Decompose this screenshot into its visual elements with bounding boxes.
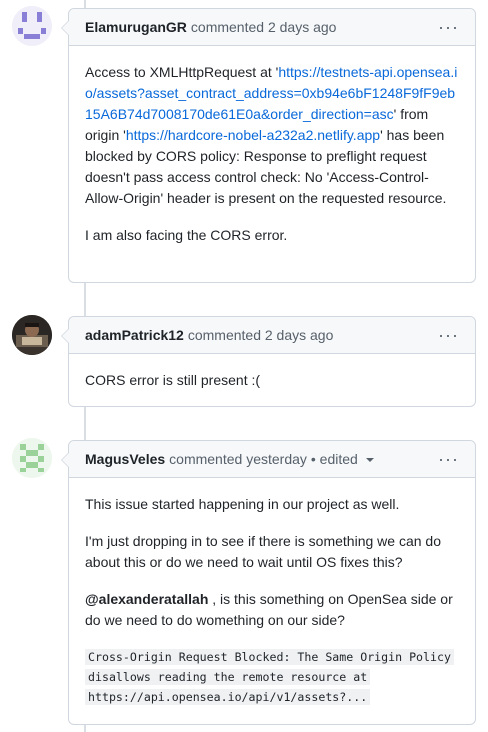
comment-body: Access to XMLHttpRequest at 'https://tes… bbox=[69, 46, 475, 262]
user-mention-link[interactable]: @alexanderatallah bbox=[85, 591, 208, 607]
code-block: Cross-Origin Request Blocked: The Same O… bbox=[85, 647, 459, 707]
comment-body: CORS error is still present :( bbox=[69, 354, 475, 407]
comment-body: This issue started happening in our proj… bbox=[69, 478, 475, 723]
comment-author[interactable]: adamPatrick12 bbox=[85, 327, 184, 343]
comment-header: MagusVeles commented yesterday • edited … bbox=[69, 441, 475, 478]
comment-paragraph: CORS error is still present :( bbox=[85, 372, 261, 388]
comment-author[interactable]: MagusVeles bbox=[85, 451, 165, 467]
avatar[interactable] bbox=[12, 6, 52, 46]
comment-card: ElamuruganGR commented 2 days ago ··· Ac… bbox=[61, 8, 476, 283]
comment-card: MagusVeles commented yesterday • edited … bbox=[61, 440, 476, 725]
comment-author[interactable]: ElamuruganGR bbox=[85, 19, 187, 35]
more-options-icon[interactable]: ··· bbox=[438, 18, 459, 36]
more-options-icon[interactable]: ··· bbox=[438, 450, 459, 468]
comment-paragraph: @alexanderatallah , is this something on… bbox=[85, 589, 459, 631]
more-options-icon[interactable]: ··· bbox=[438, 326, 459, 344]
comment-paragraph: I'm just dropping in to see if there is … bbox=[85, 533, 441, 570]
user-photo-icon bbox=[12, 315, 52, 355]
comment-timestamp[interactable]: commented 2 days ago bbox=[191, 19, 337, 35]
chevron-down-icon bbox=[365, 458, 374, 463]
identicon-avatar-icon bbox=[12, 6, 52, 46]
avatar[interactable] bbox=[12, 315, 52, 355]
comment-paragraph: This issue started happening in our proj… bbox=[85, 496, 400, 512]
comment-paragraph: Access to XMLHttpRequest at 'https://tes… bbox=[85, 62, 459, 209]
comment-header: adamPatrick12 commented 2 days ago ··· bbox=[69, 317, 475, 354]
text: Access to XMLHttpRequest at ' bbox=[85, 64, 279, 80]
code-line: https://api.opensea.io/api/v1/assets?... bbox=[85, 689, 371, 705]
comment-timestamp[interactable]: commented 2 days ago bbox=[188, 327, 334, 343]
edited-label: • edited bbox=[310, 451, 358, 467]
code-line: disallows reading the remote resource at bbox=[85, 669, 371, 685]
edited-dropdown[interactable]: • edited bbox=[311, 451, 374, 467]
identicon-avatar-icon bbox=[12, 438, 52, 478]
comment-card: adamPatrick12 commented 2 days ago ··· C… bbox=[61, 316, 476, 407]
comment-header: ElamuruganGR commented 2 days ago ··· bbox=[69, 9, 475, 46]
comment-paragraph: I am also facing the CORS error. bbox=[85, 227, 288, 243]
comment-timestamp[interactable]: commented yesterday bbox=[169, 451, 307, 467]
avatar[interactable] bbox=[12, 438, 52, 478]
code-line: Cross-Origin Request Blocked: The Same O… bbox=[85, 649, 454, 665]
origin-link[interactable]: https://hardcore-nobel-a232a2.netlify.ap… bbox=[126, 127, 380, 143]
